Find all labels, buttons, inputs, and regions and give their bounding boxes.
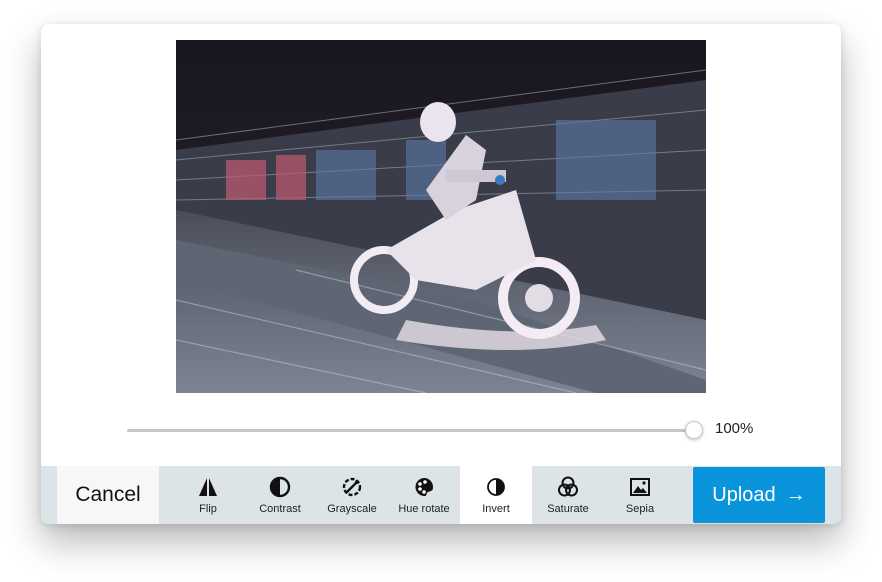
tool-label: Saturate <box>547 502 589 515</box>
arrow-right-icon: → <box>785 483 806 506</box>
image-editor-dialog: 100% Cancel Flip Contrast Grayscale Hue … <box>41 24 841 524</box>
intensity-slider-thumb[interactable] <box>685 421 703 439</box>
tool-label: Hue rotate <box>398 502 450 515</box>
invert-icon <box>487 477 505 496</box>
tool-label: Contrast <box>259 502 301 515</box>
intensity-slider-row: 100% <box>41 416 841 444</box>
cancel-button[interactable]: Cancel <box>57 466 159 524</box>
tool-saturate[interactable]: Saturate <box>532 466 604 524</box>
grayscale-icon <box>342 477 362 496</box>
tool-contrast[interactable]: Contrast <box>244 466 316 524</box>
tool-sepia[interactable]: Sepia <box>604 466 676 524</box>
preview-image <box>176 40 706 393</box>
tool-grayscale[interactable]: Grayscale <box>316 466 388 524</box>
tool-flip[interactable]: Flip <box>172 466 244 524</box>
tool-label: Invert <box>482 502 510 515</box>
tool-invert[interactable]: Invert <box>460 466 532 524</box>
intensity-slider-track[interactable] <box>127 429 695 432</box>
contrast-icon <box>269 476 291 497</box>
tool-label: Grayscale <box>327 502 377 515</box>
tool-hue-rotate[interactable]: Hue rotate <box>388 466 460 524</box>
filter-toolbar: Cancel Flip Contrast Grayscale Hue rotat… <box>41 466 841 524</box>
flip-icon <box>199 477 217 496</box>
tool-label: Sepia <box>625 502 655 515</box>
upload-label: Upload <box>712 483 776 506</box>
upload-button[interactable]: Upload → <box>693 467 825 523</box>
palette-icon <box>415 477 433 496</box>
tool-label: Flip <box>199 502 217 515</box>
saturate-icon <box>558 476 578 496</box>
filter-tools: Flip Contrast Grayscale Hue rotate Inver… <box>172 466 676 524</box>
intensity-value: 100% <box>715 420 754 437</box>
image-icon <box>630 477 650 496</box>
